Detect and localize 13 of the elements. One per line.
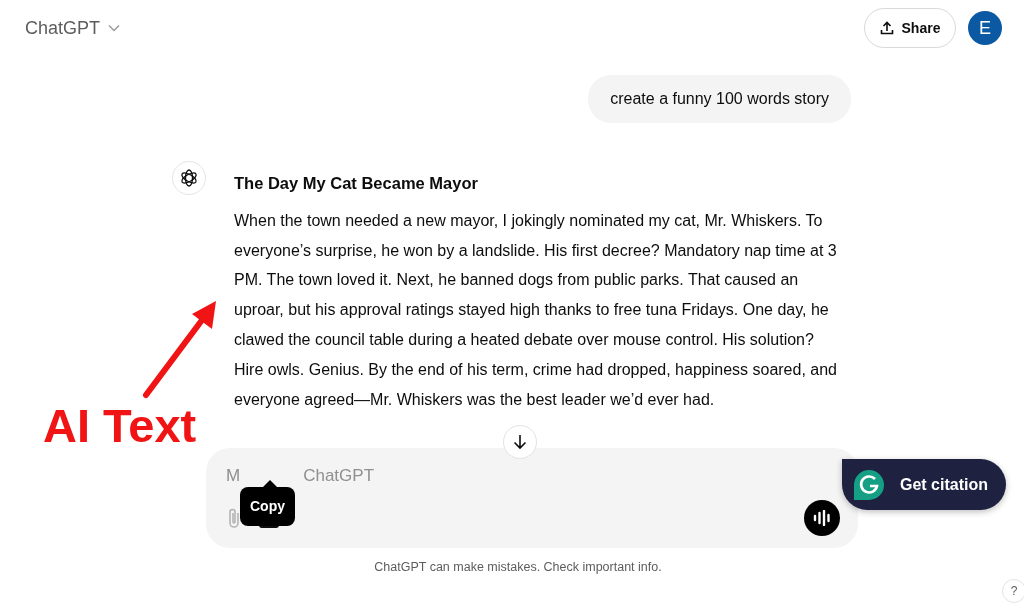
response-text: When the town needed a new mayor, I jokingly nominated my cat, Mr. Whiskers. To everyone’s surprise, he won by a landslide. His first decree? Mandatory nap time at 3 PM. The town loved it. Next, he banned dogs from public parks. That caused an uproar, but his approval ratings stayed high thanks to free tuna Fridays. One day, he clawed the council table during a heated debate over mouse control. His solution? Hire owls. Genius. By the end of his term, crime had dropped, happiness soared, and everyone agreed—Mr. Whiskers was the best leader we’d ever had. bbox=[234, 210, 838, 410]
disclaimer-text: ChatGPT can make mistakes. Check important info. bbox=[373, 559, 663, 577]
placeholder-text: ChatGPT bbox=[303, 465, 375, 488]
user-message: create a funny 100 words story bbox=[588, 75, 851, 123]
placeholder-text: M bbox=[226, 465, 241, 488]
annotation-label: AI Text bbox=[43, 398, 197, 454]
share-button[interactable]: Share bbox=[864, 8, 956, 48]
user-avatar[interactable]: E bbox=[968, 11, 1002, 45]
copy-tooltip: Copy bbox=[240, 487, 295, 526]
get-citation-button[interactable]: Get citation bbox=[842, 459, 1006, 510]
response-title: The Day My Cat Became Mayor bbox=[234, 173, 479, 194]
help-button[interactable]: ? bbox=[1002, 579, 1024, 603]
model-title[interactable]: ChatGPT bbox=[25, 14, 101, 42]
